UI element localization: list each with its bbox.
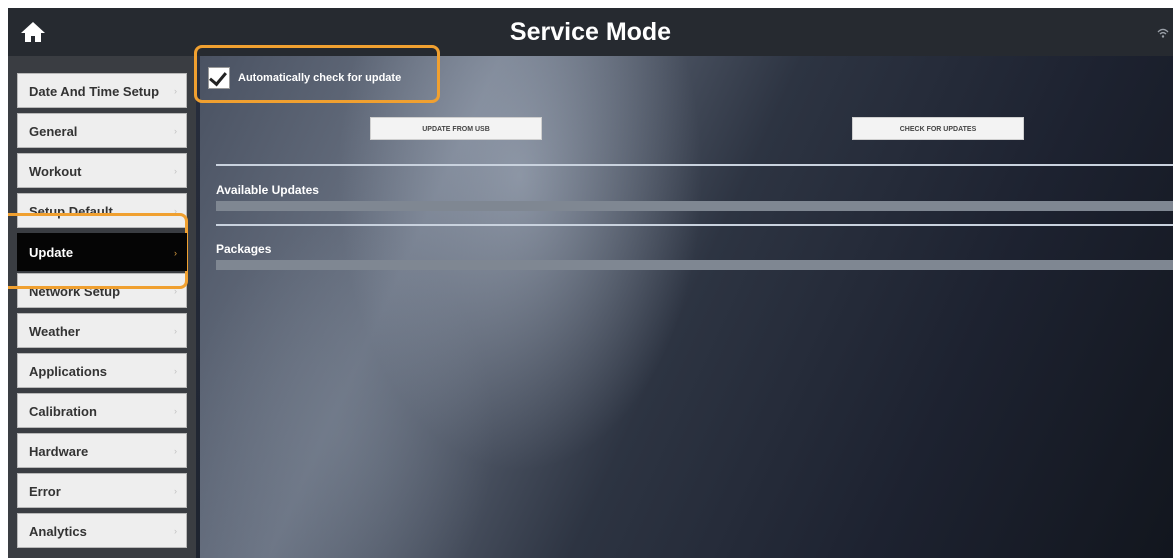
sidebar-item-label: Calibration (29, 404, 97, 419)
auto-check-update-toggle[interactable]: Automatically check for update (208, 66, 428, 92)
sidebar-item-label: Error (29, 484, 61, 499)
chevron-right-icon: › (174, 248, 177, 258)
sidebar-item-applications[interactable]: Applications › (17, 353, 187, 388)
chevron-right-icon: › (174, 446, 177, 456)
sidebar-item-date-and-time-setup[interactable]: Date And Time Setup › (17, 73, 187, 108)
sidebar-item-label: Hardware (29, 444, 89, 459)
check-for-updates-button[interactable]: CHECK FOR UPDATES (852, 117, 1024, 140)
chevron-right-icon: › (174, 526, 177, 536)
home-icon (21, 22, 45, 42)
title-bar: Service Mode (8, 8, 1173, 56)
divider (216, 224, 1173, 226)
home-button[interactable] (20, 20, 46, 44)
sidebar-item-weather[interactable]: Weather › (17, 313, 187, 348)
packages-list (216, 260, 1173, 270)
sidebar-item-hardware[interactable]: Hardware › (17, 433, 187, 468)
sidebar-item-label: Analytics (29, 524, 87, 539)
sidebar: Date And Time Setup › General › Workout … (8, 56, 196, 558)
sidebar-item-label: Applications (29, 364, 108, 379)
available-updates-list (216, 201, 1173, 211)
chevron-right-icon: › (174, 86, 177, 96)
sidebar-item-general[interactable]: General › (17, 113, 187, 148)
sidebar-item-label: Update (29, 245, 74, 260)
update-from-usb-button[interactable]: UPDATE FROM USB (370, 117, 542, 140)
chevron-right-icon: › (174, 126, 177, 136)
sidebar-item-network-setup[interactable]: Network Setup › (17, 273, 187, 308)
sidebar-item-setup-default[interactable]: Setup Default › (17, 193, 187, 228)
sidebar-item-label: Setup Default (29, 204, 113, 219)
service-mode-screen: Service Mode Date And Time Setup › Gener… (8, 8, 1173, 558)
update-panel: Automatically check for update UPDATE FR… (200, 56, 1173, 558)
chevron-right-icon: › (174, 206, 177, 216)
sidebar-item-calibration[interactable]: Calibration › (17, 393, 187, 428)
chevron-right-icon: › (174, 486, 177, 496)
wifi-icon (1157, 26, 1169, 38)
sidebar-item-update[interactable]: Update › (17, 233, 187, 271)
sidebar-item-label: General (29, 124, 78, 139)
checkmark-icon (209, 67, 227, 87)
auto-check-checkbox[interactable] (208, 67, 230, 89)
sidebar-item-analytics[interactable]: Analytics › (17, 513, 187, 548)
packages-heading: Packages (216, 242, 272, 256)
sidebar-item-workout[interactable]: Workout › (17, 153, 187, 188)
sidebar-item-label: Network Setup (29, 284, 121, 299)
chevron-right-icon: › (174, 406, 177, 416)
chevron-right-icon: › (174, 326, 177, 336)
divider (216, 164, 1173, 166)
chevron-right-icon: › (174, 286, 177, 296)
sidebar-item-error[interactable]: Error › (17, 473, 187, 508)
chevron-right-icon: › (174, 366, 177, 376)
page-title: Service Mode (509, 18, 672, 46)
auto-check-label: Automatically check for update (238, 72, 402, 84)
available-updates-heading: Available Updates (216, 183, 319, 197)
sidebar-item-label: Workout (29, 164, 82, 179)
chevron-right-icon: › (174, 166, 177, 176)
sidebar-item-label: Date And Time Setup (29, 84, 160, 99)
sidebar-item-label: Weather (29, 324, 81, 339)
